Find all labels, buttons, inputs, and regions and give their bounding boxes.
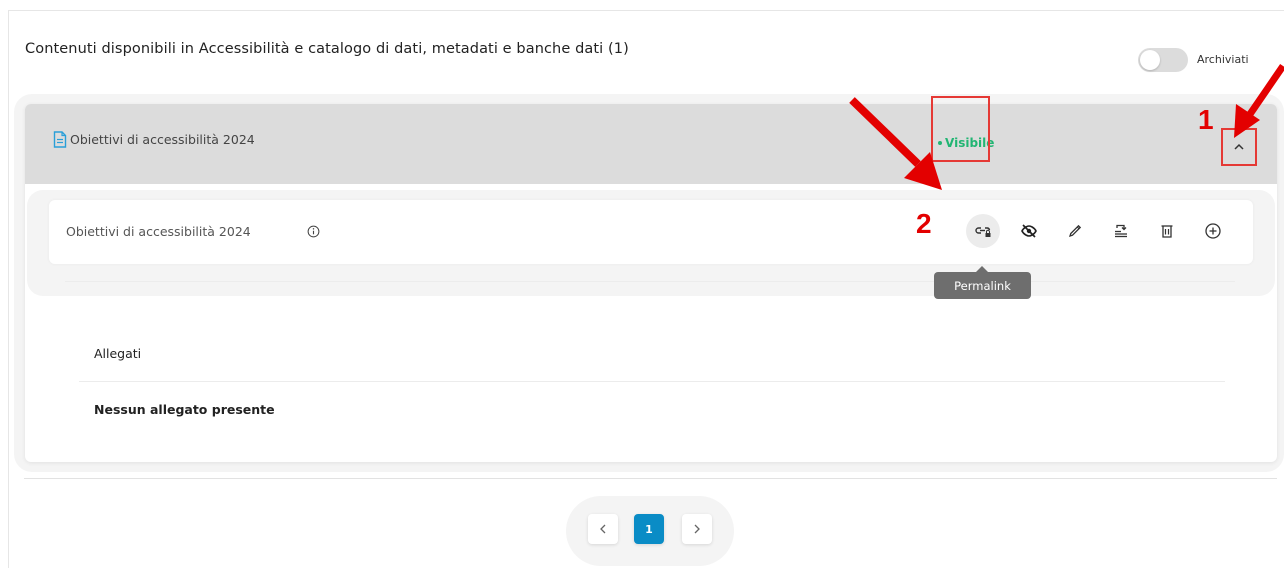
content-item-row: Obiettivi di accessibilità 2024 <box>49 200 1253 264</box>
annotation-arrow-2 <box>849 97 942 190</box>
visibility-button[interactable] <box>1012 214 1046 248</box>
move-icon <box>1115 224 1127 238</box>
pagination-page-1[interactable]: 1 <box>634 514 664 544</box>
chevron-left-icon <box>600 524 606 534</box>
info-icon[interactable] <box>307 225 320 238</box>
link-lock-icon <box>975 227 991 237</box>
section-title: Contenuti disponibili in Accessibilità e… <box>25 41 629 57</box>
divider <box>79 381 1225 382</box>
annotation-arrow-1 <box>1234 64 1284 138</box>
divider <box>65 281 1235 282</box>
eye-off-icon <box>1021 224 1037 238</box>
accordion-card: Obiettivi di accessibilità 2024 Visibile… <box>25 104 1277 462</box>
attachments-heading: Allegati <box>94 346 142 361</box>
add-button[interactable] <box>1196 214 1230 248</box>
annotation-marker-1: 1 <box>1198 104 1214 135</box>
chevron-right-icon <box>694 524 700 534</box>
move-button[interactable] <box>1104 214 1138 248</box>
chevron-up-icon <box>1234 143 1244 150</box>
pencil-icon <box>1068 224 1082 238</box>
toggle-knob <box>1140 50 1160 70</box>
edit-button[interactable] <box>1058 214 1092 248</box>
annotation-marker-2: 2 <box>916 208 932 239</box>
pagination-prev-button[interactable] <box>588 514 618 544</box>
archive-toggle[interactable] <box>1138 48 1188 72</box>
permalink-button[interactable] <box>966 214 1000 248</box>
trash-icon <box>1161 225 1173 238</box>
divider <box>24 478 1277 479</box>
accordion-header[interactable]: Obiettivi di accessibilità 2024 Visibile <box>25 104 1277 184</box>
item-title: Obiettivi di accessibilità 2024 <box>66 224 251 239</box>
plus-circle-icon <box>1205 223 1221 239</box>
page: Contenuti disponibili in Accessibilità e… <box>0 0 1284 568</box>
document-icon <box>53 131 67 148</box>
attachments-empty-text: Nessun allegato presente <box>94 402 275 417</box>
delete-button[interactable] <box>1150 214 1184 248</box>
accordion-title: Obiettivi di accessibilità 2024 <box>70 132 255 147</box>
permalink-tooltip: Permalink <box>934 272 1031 299</box>
pagination-next-button[interactable] <box>682 514 712 544</box>
